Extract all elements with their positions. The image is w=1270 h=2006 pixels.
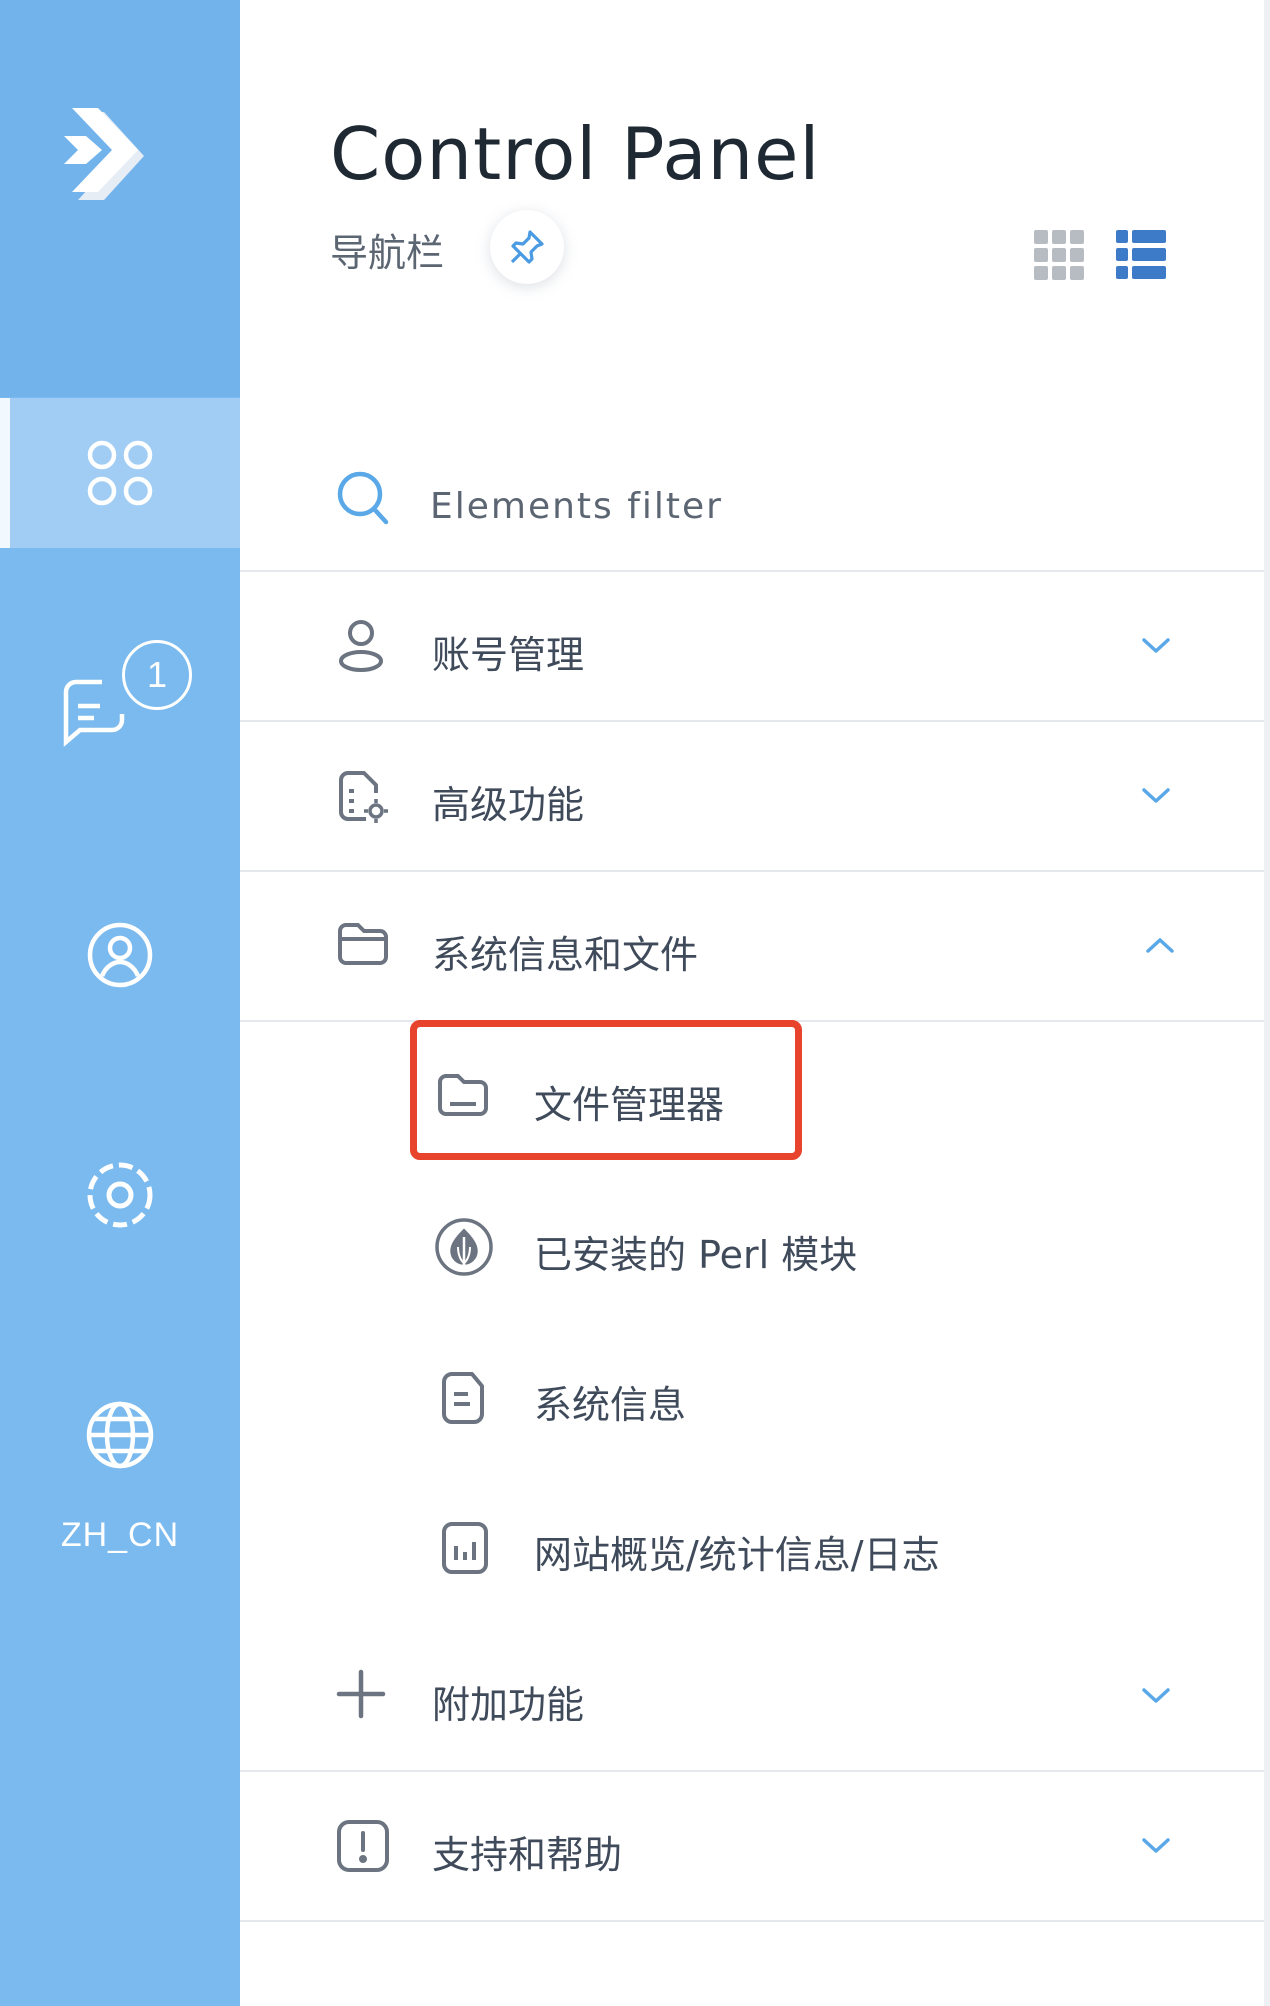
panel-scroll-edge (1264, 0, 1270, 2006)
section-advanced[interactable]: 高级功能 (240, 722, 1264, 872)
logo-area[interactable] (0, 0, 240, 397)
grid-icon (87, 440, 153, 506)
plus-icon (336, 1669, 386, 1719)
grid-view-button[interactable] (1034, 230, 1084, 284)
menu-item-site-stats[interactable]: 网站概览/统计信息/日志 (240, 1472, 1264, 1622)
folder-icon (438, 1074, 488, 1116)
pin-button[interactable] (490, 210, 564, 284)
chevron-down-icon[interactable] (1140, 1684, 1172, 1706)
section-label: 账号管理 (432, 633, 585, 677)
list-view-icon (1116, 230, 1166, 279)
section-account[interactable]: 账号管理 (240, 572, 1264, 722)
rail-language[interactable] (0, 1360, 240, 1510)
perl-onion-icon (435, 1218, 493, 1276)
menu-item-perl-modules[interactable]: 已安装的 Perl 模块 (240, 1172, 1264, 1322)
notification-badge: 1 (122, 640, 192, 710)
section-label: 支持和帮助 (432, 1833, 623, 1877)
rail-dashboard[interactable] (0, 398, 240, 548)
rail-profile[interactable] (0, 880, 240, 1030)
document-icon (442, 1372, 484, 1424)
search-icon (337, 471, 389, 525)
grid-view-icon (1034, 230, 1084, 280)
menu-item-label: 已安装的 Perl 模块 (534, 1233, 858, 1277)
elements-filter (240, 440, 1264, 572)
section-label: 附加功能 (432, 1683, 585, 1727)
gear-center-icon (106, 1181, 134, 1209)
chevron-down-icon[interactable] (1140, 634, 1172, 656)
language-label[interactable]: ZH_CN (0, 1516, 240, 1555)
menu-item-file-manager[interactable]: 文件管理器 (240, 1022, 1264, 1172)
user-icon (339, 620, 383, 672)
rail-settings[interactable] (0, 1120, 240, 1270)
menu-item-label: 网站概览/统计信息/日志 (534, 1533, 940, 1577)
section-addons[interactable]: 附加功能 (240, 1622, 1264, 1772)
chevron-down-icon[interactable] (1140, 784, 1172, 806)
rail-messages[interactable] (0, 620, 240, 770)
navigation-panel: Control Panel 导航栏 Elements filter 账号管理 高… (240, 0, 1270, 2006)
chart-document-icon (442, 1522, 488, 1574)
menu-item-label: 文件管理器 (534, 1083, 725, 1127)
page-title: Control Panel (330, 112, 821, 196)
menu-item-system-info[interactable]: 系统信息 (240, 1322, 1264, 1472)
section-label: 高级功能 (432, 783, 585, 827)
list-view-button[interactable] (1116, 230, 1166, 284)
alert-square-icon (337, 1820, 389, 1872)
section-label: 系统信息和文件 (432, 933, 699, 977)
logo-icon (64, 108, 144, 200)
panel-subtitle: 导航栏 (330, 231, 445, 275)
chevron-up-icon[interactable] (1144, 934, 1176, 956)
document-settings-icon (339, 771, 388, 823)
filter-input[interactable] (430, 470, 1130, 542)
globe-icon (86, 1401, 154, 1469)
section-sysinfo[interactable]: 系统信息和文件 (240, 872, 1264, 1022)
menu-item-label: 系统信息 (534, 1383, 687, 1427)
folder-icon (338, 923, 388, 965)
section-support[interactable]: 支持和帮助 (240, 1772, 1264, 1922)
pin-icon (510, 230, 544, 264)
nav-rail: 1 ZH_CN (0, 0, 240, 2006)
user-circle-icon (87, 922, 153, 988)
chevron-down-icon[interactable] (1140, 1834, 1172, 1856)
